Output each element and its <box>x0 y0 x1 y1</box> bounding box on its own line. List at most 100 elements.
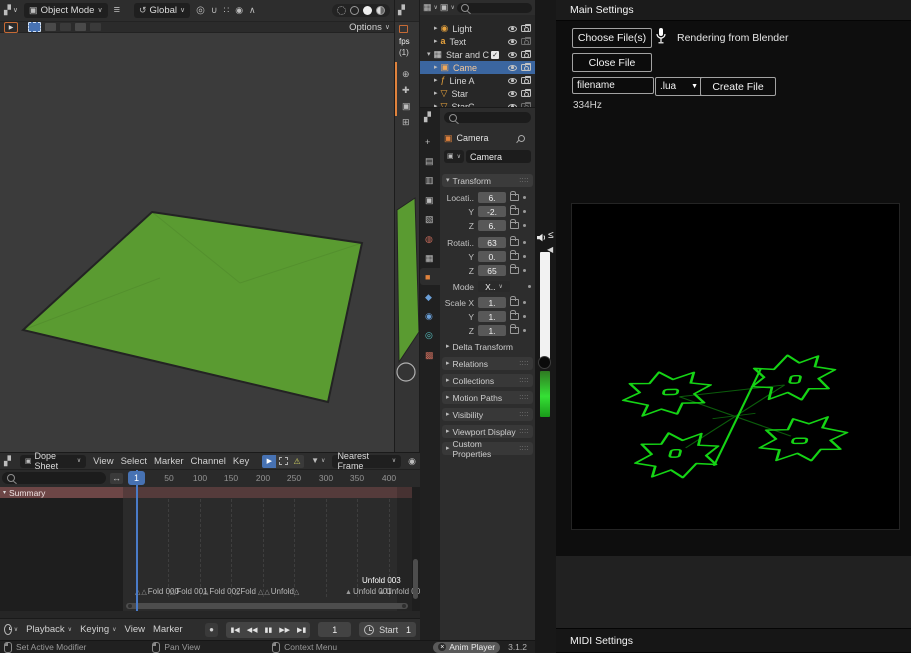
value-field[interactable]: 1. <box>478 325 506 336</box>
shading-material-icon[interactable] <box>363 6 372 15</box>
object-name[interactable]: Text <box>450 37 467 47</box>
tab-scene-icon[interactable]: ▧ <box>425 215 434 224</box>
shading-solid-icon[interactable] <box>350 6 359 15</box>
panel-grip[interactable]: :::: <box>519 360 529 367</box>
value-field[interactable]: -2. <box>478 206 506 217</box>
snap-mode-icon[interactable]: ∷ <box>223 6 229 15</box>
create-file-button[interactable]: Create File <box>700 77 776 96</box>
timeline-marker[interactable]: △Fold <box>234 587 256 596</box>
midi-settings-header[interactable]: MIDI Settings <box>556 628 911 653</box>
lock-icon[interactable] <box>510 253 519 260</box>
animate-dot-icon[interactable] <box>523 241 526 244</box>
filename-input[interactable] <box>572 77 654 94</box>
panel-grip[interactable]: :::: <box>519 411 529 418</box>
value-field[interactable]: 1. <box>478 311 506 322</box>
lock-icon[interactable] <box>510 327 519 334</box>
volume-slider-knob[interactable] <box>538 356 551 369</box>
h-scrollbar[interactable] <box>126 603 408 609</box>
playhead-line[interactable] <box>136 470 138 611</box>
options-menu[interactable]: Options <box>349 22 382 33</box>
expand-icon[interactable]: ▸ <box>434 90 438 97</box>
timeline-marker-cluster[interactable]: △△Unfold△ <box>258 587 300 596</box>
tab-output-icon[interactable]: ▥ <box>425 176 434 185</box>
close-icon[interactable]: × <box>438 643 446 651</box>
animate-dot-icon[interactable] <box>523 269 526 272</box>
v-scrollbar[interactable] <box>413 559 418 599</box>
transform-panel-header[interactable]: ▾ Transform :::: <box>442 174 533 187</box>
render-camera-icon[interactable] <box>521 51 531 58</box>
viewport-canvas[interactable] <box>0 33 394 452</box>
panel-custom-properties[interactable]: ▸ Custom Properties :::: <box>442 442 533 455</box>
panel-delta-transform[interactable]: ▸ Delta Transform <box>442 340 533 353</box>
menu-keying[interactable]: Keying <box>80 624 109 635</box>
panel-grip[interactable]: :::: <box>519 428 529 435</box>
tab-texture-icon[interactable]: ▩ <box>425 351 434 360</box>
outliner-row-starc[interactable]: ▸ ▽ StarC. <box>420 100 535 108</box>
panel-relations[interactable]: ▸ Relations :::: <box>442 357 533 370</box>
lock-icon[interactable] <box>510 313 519 320</box>
outliner-row-linea[interactable]: ▸ ƒ Line A <box>420 74 535 87</box>
selected-marker[interactable]: Unfold 003 <box>362 576 401 585</box>
panel-grip[interactable]: :::: <box>519 177 529 184</box>
tab-collection-icon[interactable]: ▦ <box>425 254 434 263</box>
panel-motion-paths[interactable]: ▸ Motion Paths :::: <box>442 391 533 404</box>
lock-icon[interactable] <box>510 208 519 215</box>
lock-icon[interactable] <box>510 239 519 246</box>
outliner-row-star[interactable]: ▸ ▽ Star <box>420 87 535 100</box>
channel-search[interactable] <box>2 472 106 484</box>
select-mode-tweak-icon[interactable] <box>28 22 41 32</box>
filter-funnel-icon[interactable]: ▼ <box>311 457 319 465</box>
proportional-edit-icon[interactable]: ◉ <box>235 6 243 15</box>
extension-dropdown[interactable]: .lua ▼ <box>655 77 703 96</box>
animate-dot-icon[interactable] <box>523 301 526 304</box>
timeline-editor-icon[interactable] <box>4 624 12 635</box>
animate-dot-icon[interactable] <box>523 329 526 332</box>
outliner-row-came[interactable]: ▸ ▣ Came <box>420 61 535 74</box>
outliner-row-text[interactable]: ▸ a Text <box>420 35 535 48</box>
id-type-dropdown[interactable]: ▣ ∨ <box>444 150 464 163</box>
eye-icon[interactable] <box>508 39 517 45</box>
proportional-edit-icon[interactable]: ◉ <box>408 457 416 466</box>
expand-icon[interactable]: ▸ <box>434 25 438 32</box>
display-mode-icon[interactable]: ▦ <box>423 3 432 12</box>
animate-dot-icon[interactable] <box>523 255 526 258</box>
render-camera-icon[interactable] <box>521 64 531 71</box>
animate-dot-icon[interactable] <box>523 224 526 227</box>
value-field[interactable]: 6. <box>478 192 506 203</box>
tab-object-icon[interactable]: ■ <box>425 273 430 282</box>
eye-icon[interactable] <box>508 91 517 97</box>
jump-to-end-button[interactable]: ▶▮ <box>297 626 306 634</box>
pause-button[interactable]: ▮▮ <box>264 626 272 634</box>
dope-body[interactable]: ▾ Summary △△Fold 000 △Fold 001 △Fold 002… <box>0 487 420 611</box>
current-frame-badge[interactable]: 1 <box>128 471 145 485</box>
mode-dropdown[interactable]: X.. ∨ <box>478 281 510 292</box>
render-camera-icon[interactable] <box>521 77 531 84</box>
select-mode-circle-icon[interactable] <box>60 23 71 31</box>
outliner-row-collection[interactable]: ▾ ▦ Star and C ✓ <box>420 48 535 61</box>
object-name[interactable]: Light <box>452 24 472 34</box>
object-name[interactable]: Came <box>453 63 477 73</box>
menu-marker[interactable]: Marker <box>153 624 183 635</box>
filter-icon[interactable]: ▣ <box>440 3 449 12</box>
shading-rendered-icon[interactable] <box>376 6 385 15</box>
active-tool-icon[interactable]: ▶ <box>4 22 18 33</box>
render-camera-icon[interactable] <box>521 38 531 45</box>
object-mode-dropdown[interactable]: ▣ Object Mode ∨ <box>24 3 108 18</box>
transform-orientation-dropdown[interactable]: ↺ Global ∨ <box>134 3 190 18</box>
tab-tool-icon[interactable]: + <box>425 138 430 147</box>
scroll-handle-dot[interactable] <box>402 604 406 608</box>
editor-type-icon[interactable]: ▞ <box>4 457 11 466</box>
secondary-viewport-strip[interactable]: ▞ fps (1) ⊕ ✚ ▣ ⊞ <box>394 0 420 452</box>
animate-dot-icon[interactable] <box>528 285 531 288</box>
summary-channel[interactable]: ▾ Summary <box>0 487 123 498</box>
frame-range-icon[interactable]: ↔ <box>110 473 123 484</box>
value-field[interactable]: 0. <box>478 251 506 262</box>
outliner-row-light[interactable]: ▸ ◉ Light <box>420 22 535 35</box>
render-camera-icon[interactable] <box>521 25 531 32</box>
eye-icon[interactable] <box>508 26 517 32</box>
value-field[interactable]: 63 <box>478 237 506 248</box>
menu-playback[interactable]: Playback <box>26 624 65 635</box>
snap-mode-dropdown[interactable]: Nearest Frame ∨ <box>332 455 401 468</box>
eye-icon[interactable] <box>508 65 517 71</box>
scroll-handle-dot[interactable] <box>128 604 132 608</box>
